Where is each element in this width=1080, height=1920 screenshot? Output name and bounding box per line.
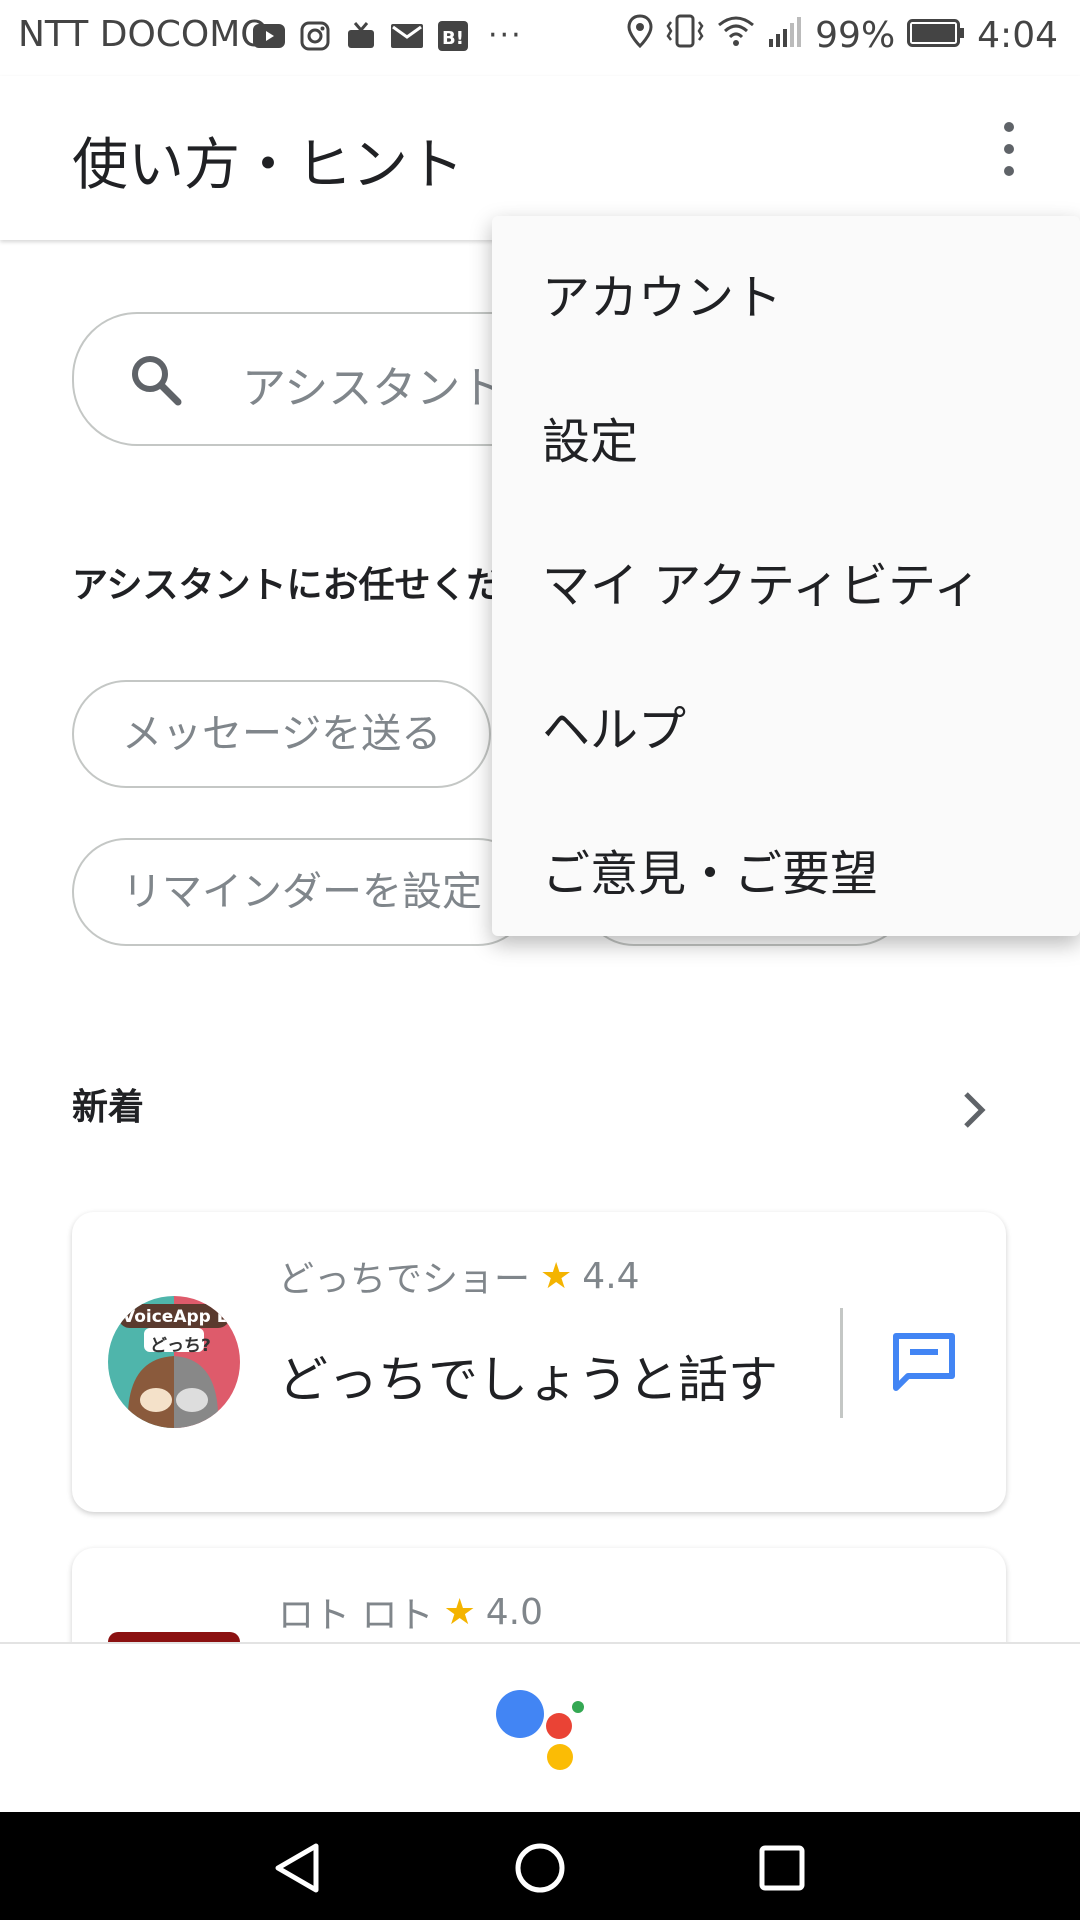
more-options-button[interactable] (984, 114, 1032, 184)
wifi-icon (717, 15, 755, 56)
avatar-label: VoiceApp Lab (122, 1307, 240, 1327)
battery-icon (907, 15, 965, 56)
app-rating: 4.4 (582, 1255, 640, 1297)
status-bar: NTT DOCOMO B! ··· 99% 4:04 (0, 0, 1080, 76)
chip-set-reminder[interactable]: リマインダーを設定 (72, 838, 532, 946)
menu-item-settings[interactable]: 設定 (542, 402, 638, 472)
location-icon (627, 14, 653, 57)
youtube-icon (252, 19, 286, 53)
google-assistant-icon[interactable] (490, 1684, 590, 1774)
hatena-bookmark-icon: B! (436, 19, 470, 53)
star-icon: ★ (540, 1255, 573, 1297)
assistant-bar (0, 1642, 1080, 1814)
search-placeholder: アシスタント (242, 363, 505, 414)
mail-icon (390, 19, 424, 53)
home-icon[interactable] (514, 1842, 566, 1894)
menu-item-help[interactable]: ヘルプ (542, 690, 686, 760)
battery-percent: 99% (815, 15, 896, 56)
system-status: 99% 4:04 (627, 14, 1058, 57)
more-notifications-icon: ··· (488, 18, 523, 53)
app-card[interactable]: VoiceApp Lab どっち? どっちでショー ★ 4.4 どっちでしょうと… (72, 1212, 1006, 1512)
search-icon (126, 350, 186, 410)
carrier-name: NTT DOCOMO (18, 14, 269, 55)
app-avatar: VoiceApp Lab どっち? (108, 1296, 240, 1428)
navigation-bar (0, 1812, 1080, 1920)
app-rating: 4.0 (485, 1591, 543, 1633)
svg-text:B!: B! (442, 28, 464, 49)
signal-icon (767, 15, 803, 56)
recents-icon[interactable] (756, 1842, 808, 1894)
notification-icons: B! ··· (252, 18, 523, 53)
more-vert-icon-dot (1004, 144, 1014, 154)
clock: 4:04 (977, 15, 1058, 56)
instagram-icon (298, 19, 332, 53)
menu-item-account[interactable]: アカウント (542, 258, 782, 328)
more-vert-icon-dot (1004, 166, 1014, 176)
card-divider (840, 1308, 843, 1418)
more-vert-icon (1004, 122, 1014, 132)
chip-send-message[interactable]: メッセージを送る (72, 680, 492, 788)
card-subtitle: ロト ロト ★ 4.0 (278, 1586, 543, 1638)
avatar-badge: どっち? (150, 1336, 211, 1356)
overflow-menu: アカウント 設定 マイ アクティビティ ヘルプ ご意見・ご要望 (492, 216, 1080, 936)
chevron-right-icon[interactable] (956, 1088, 992, 1132)
star-icon: ★ (443, 1591, 476, 1633)
section-heading-new: 新着 (72, 1087, 145, 1128)
section-heading-delegate: アシスタントにお任せくだ (72, 565, 503, 606)
vibrate-icon (665, 14, 705, 57)
back-icon[interactable] (272, 1842, 324, 1894)
menu-item-feedback[interactable]: ご意見・ご要望 (542, 834, 878, 904)
chat-icon[interactable] (890, 1328, 958, 1396)
tv-icon (344, 19, 378, 53)
app-name: ロト ロト (278, 1595, 434, 1636)
card-action-title: どっちでしょうと話す (278, 1351, 778, 1409)
menu-item-my-activity[interactable]: マイ アクティビティ (542, 546, 981, 616)
page-title: 使い方・ヒント (72, 133, 464, 198)
app-name: どっちでショー (278, 1259, 531, 1300)
card-subtitle: どっちでショー ★ 4.4 (278, 1250, 640, 1302)
